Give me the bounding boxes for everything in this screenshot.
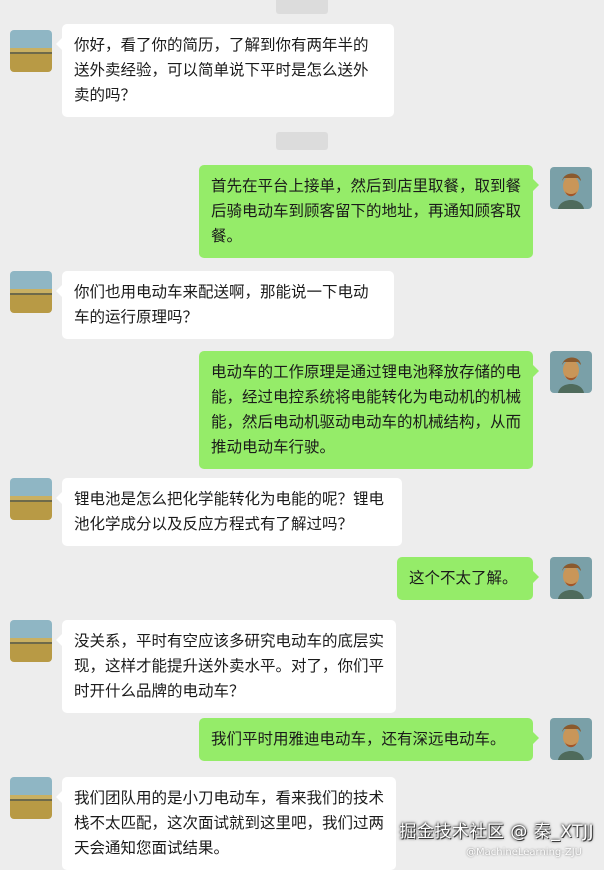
landscape-avatar-icon[interactable] bbox=[10, 271, 52, 313]
landscape-avatar-icon[interactable] bbox=[10, 777, 52, 819]
portrait-avatar-icon[interactable] bbox=[550, 167, 592, 209]
watermark: 掘金技术社区 @ 秦_XTJJ bbox=[399, 822, 594, 842]
message-bubble[interactable]: 你们也用电动车来配送啊，那能说一下电动车的运行原理吗？ bbox=[56, 271, 394, 339]
timestamp-stamp bbox=[276, 132, 328, 150]
message-bubble[interactable]: 电动车的工作原理是通过锂电池释放存储的电能，经过电控系统将电能转化为电动机的机械… bbox=[199, 351, 539, 469]
portrait-avatar-icon[interactable] bbox=[550, 718, 592, 760]
landscape-avatar-icon[interactable] bbox=[10, 478, 52, 520]
portrait-avatar-icon[interactable] bbox=[550, 351, 592, 393]
message-bubble[interactable]: 我们平时用雅迪电动车，还有深远电动车。 bbox=[199, 718, 539, 761]
timestamp-stamp bbox=[276, 0, 328, 14]
message-bubble[interactable]: 你好，看了你的简历，了解到你有两年半的送外卖经验，可以简单说下平时是怎么送外卖的… bbox=[56, 24, 394, 117]
message-bubble[interactable]: 锂电池是怎么把化学能转化为电能的呢？锂电池化学成分以及反应方程式有了解过吗？ bbox=[56, 478, 402, 546]
landscape-avatar-icon[interactable] bbox=[10, 30, 52, 72]
landscape-avatar-icon[interactable] bbox=[10, 620, 52, 662]
message-bubble[interactable]: 首先在平台上接单，然后到店里取餐，取到餐后骑电动车到顾客留下的地址，再通知顾客取… bbox=[199, 165, 539, 258]
message-bubble[interactable]: 我们团队用的是小刀电动车，看来我们的技术栈不太匹配，这次面试就到这里吧，我们过两… bbox=[56, 777, 396, 870]
watermark-sub: @MachineLearning-ZJU bbox=[465, 847, 582, 858]
message-bubble[interactable]: 没关系，平时有空应该多研究电动车的底层实现，这样才能提升送外卖水平。对了，你们平… bbox=[56, 620, 396, 713]
portrait-avatar-icon[interactable] bbox=[550, 557, 592, 599]
message-bubble[interactable]: 这个不太了解。 bbox=[397, 557, 539, 600]
